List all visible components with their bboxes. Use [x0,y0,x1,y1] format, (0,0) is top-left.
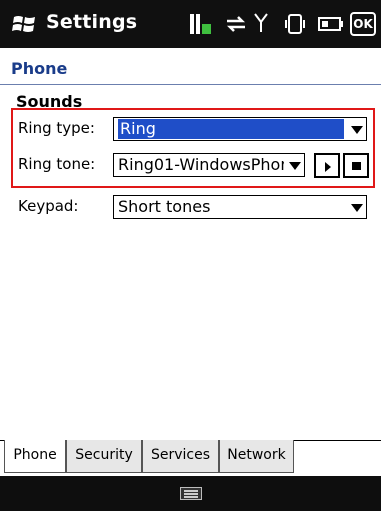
chevron-down-icon[interactable] [351,204,363,212]
window-title: Settings [46,11,138,33]
ok-button[interactable]: OK [350,12,376,36]
sync-icon[interactable] [224,12,248,36]
tab-phone[interactable]: Phone [4,440,66,473]
tab-services[interactable]: Services [142,440,219,473]
page-title: Phone [11,59,68,78]
vibrate-icon[interactable] [284,12,306,36]
keypad-label: Keypad: [18,197,79,215]
keypad-dropdown[interactable]: Short tones [113,195,367,219]
windows-start-icon[interactable] [12,13,36,35]
title-bar: Settings OK [0,0,381,48]
battery-icon[interactable] [318,12,344,36]
annotation-highlight-box [11,108,375,188]
tab-network[interactable]: Network [219,440,294,473]
header-divider [0,84,381,85]
keyboard-icon[interactable] [180,487,202,500]
keypad-value: Short tones [118,197,211,216]
signal-icon[interactable] [188,12,212,36]
tab-strip: Phone Security Services Network [0,440,381,476]
bottom-menu-bar [0,476,381,511]
antenna-icon[interactable] [254,12,268,36]
tab-security[interactable]: Security [66,440,142,473]
